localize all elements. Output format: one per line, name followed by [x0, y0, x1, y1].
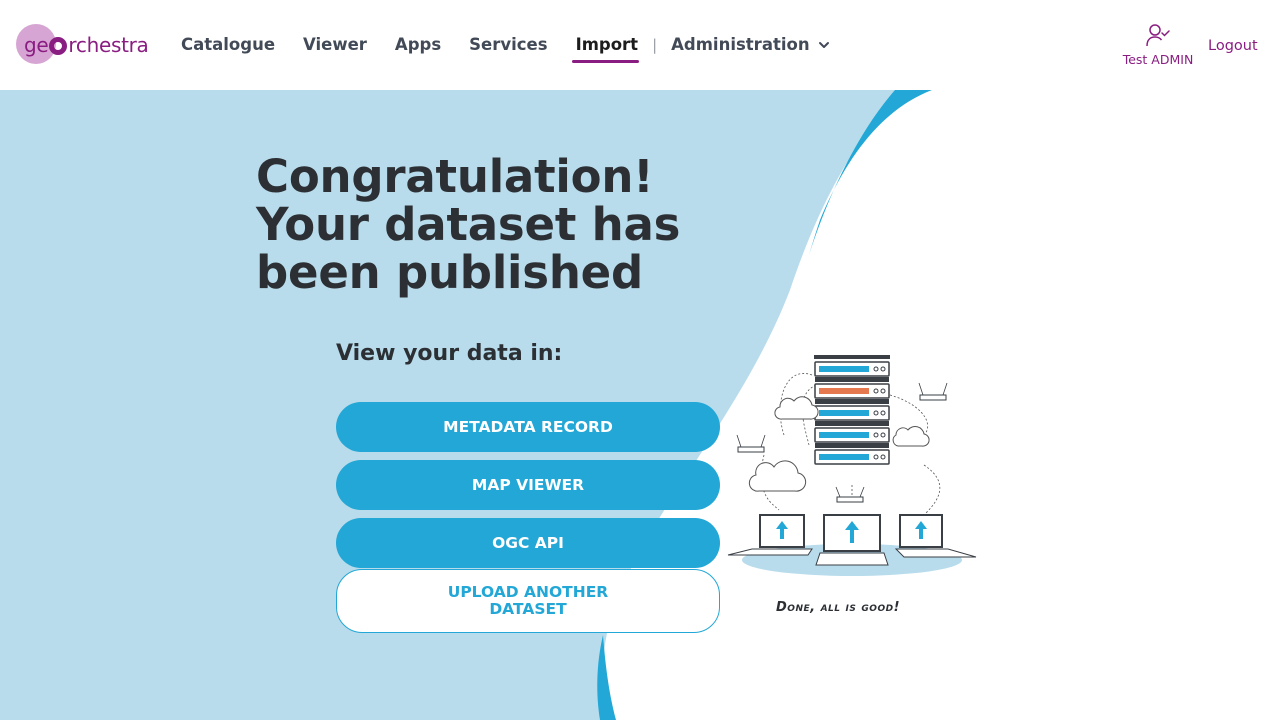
illustration-caption: Done, all is good! — [776, 600, 900, 615]
ogc-api-button[interactable]: OGC API — [336, 518, 720, 568]
user-menu[interactable]: Test ADMIN — [1118, 22, 1198, 67]
view-data-heading: View your data in: — [336, 341, 563, 366]
title-line-2: Your dataset has — [256, 198, 681, 251]
nav-catalogue[interactable]: Catalogue — [181, 29, 275, 61]
upload-label-line-1: UPLOAD ANOTHER — [447, 583, 609, 601]
nav-separator: | — [652, 36, 658, 54]
server-rack — [814, 355, 890, 465]
nav-viewer[interactable]: Viewer — [303, 29, 367, 61]
upload-another-dataset-button[interactable]: UPLOAD ANOTHER DATASET — [336, 569, 720, 633]
nav-apps[interactable]: Apps — [395, 29, 441, 61]
page-title: Congratulation! Your dataset has been pu… — [256, 153, 736, 297]
logo-o-icon — [49, 37, 68, 55]
metadata-record-button[interactable]: METADATA RECORD — [336, 402, 720, 452]
logo-text: ge rchestra — [16, 33, 149, 57]
logout-link[interactable]: Logout — [1208, 38, 1258, 54]
top-header: ge rchestra Catalogue Viewer Apps Service… — [0, 0, 1280, 90]
main-nav: Catalogue Viewer Apps Services Import | … — [181, 28, 858, 63]
server-network-illustration — [727, 355, 977, 576]
nav-administration-label: Administration — [671, 35, 810, 54]
logo-text-left: ge — [24, 33, 49, 57]
user-name: Test ADMIN — [1122, 52, 1194, 67]
title-line-3: been published — [256, 246, 644, 299]
map-viewer-button[interactable]: MAP VIEWER — [336, 460, 720, 510]
nav-import[interactable]: Import — [571, 29, 639, 63]
user-check-icon — [1146, 24, 1170, 47]
logo-text-right: rchestra — [68, 33, 149, 57]
success-hero: Congratulation! Your dataset has been pu… — [0, 90, 1280, 720]
upload-button-label: UPLOAD ANOTHER DATASET — [448, 584, 609, 618]
title-line-1: Congratulation! — [256, 150, 654, 203]
nav-administration[interactable]: Administration — [671, 29, 829, 61]
georchestra-logo[interactable]: ge rchestra — [16, 24, 156, 66]
nav-services[interactable]: Services — [469, 29, 547, 61]
upload-label-line-2: DATASET — [489, 600, 567, 618]
chevron-down-icon — [818, 42, 829, 48]
